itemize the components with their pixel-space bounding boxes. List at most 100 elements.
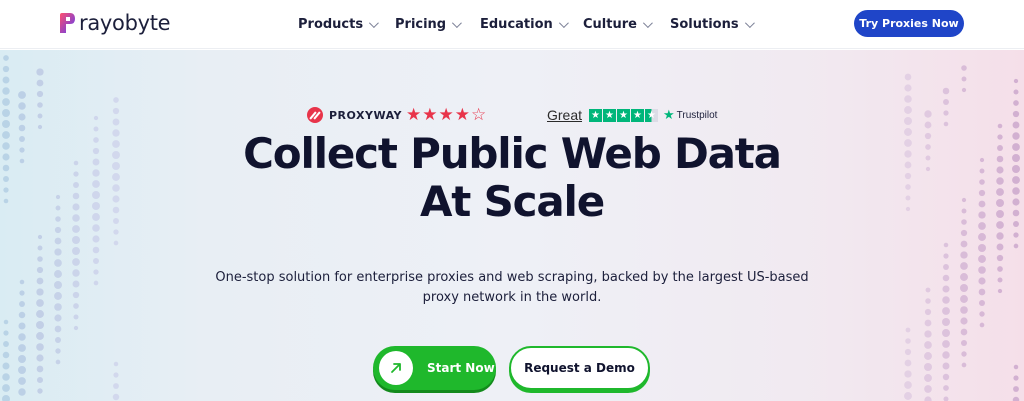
decorative-dot <box>943 385 949 391</box>
decorative-dot <box>36 343 44 351</box>
decorative-dot <box>92 235 100 243</box>
decorative-dot <box>112 393 120 401</box>
decorative-dot <box>36 288 44 296</box>
nav-item-culture[interactable]: Culture <box>583 14 653 34</box>
decorative-dot <box>924 363 932 371</box>
star-filled-icon: ★ <box>406 105 422 124</box>
decorative-dot <box>1013 386 1019 392</box>
decorative-dot <box>1013 100 1019 106</box>
chevron-down-icon <box>369 17 379 28</box>
decorative-dot <box>54 248 62 256</box>
nav-item-label: Culture <box>583 16 637 32</box>
decorative-dot <box>2 362 10 370</box>
decorative-dot <box>978 299 986 307</box>
star-filled-icon: ★ <box>617 108 631 122</box>
decorative-dot <box>93 280 99 286</box>
proxyway-rating[interactable]: PROXYWAY ★ ★ ★ ★ ☆ <box>307 106 487 124</box>
decorative-dot <box>904 392 912 400</box>
decorative-dot <box>1013 364 1019 370</box>
decorative-dot <box>72 236 80 244</box>
decorative-dot <box>55 359 61 365</box>
decorative-dot <box>54 292 62 300</box>
decorative-dot <box>36 299 44 307</box>
decorative-dot <box>92 246 100 254</box>
decorative-dot <box>18 355 26 363</box>
decorative-dot <box>924 330 932 338</box>
decorative-dot <box>19 290 25 296</box>
nav-item-label: Solutions <box>670 16 739 32</box>
decorative-dot <box>54 303 62 311</box>
decorative-dot <box>2 98 10 106</box>
nav-item-products[interactable]: Products <box>298 14 379 34</box>
decorative-dot <box>54 237 62 245</box>
decorative-dot <box>36 68 44 76</box>
hero-section: PROXYWAY ★ ★ ★ ★ ☆ Great ★ ★ ★ ★ ★ ★ Tru… <box>0 50 1024 401</box>
decorative-dot <box>36 365 44 373</box>
subtitle-line-2: proxy network in the world. <box>422 290 602 305</box>
star-filled-icon: ★ <box>589 108 603 122</box>
arrow-circle <box>379 351 413 385</box>
try-proxies-now-button[interactable]: Try Proxies Now <box>854 10 964 37</box>
decorative-dot <box>54 314 62 322</box>
decorative-dot <box>37 245 43 251</box>
subtitle-line-1: One-stop solution for enterprise proxies… <box>215 270 809 285</box>
nav-item-pricing[interactable]: Pricing <box>395 14 462 34</box>
trustpilot-label: Great <box>547 107 583 123</box>
decorative-dot <box>996 243 1004 251</box>
decorative-dot <box>997 277 1003 283</box>
decorative-dot <box>961 362 967 368</box>
trustpilot-name: Trustpilot <box>676 109 718 121</box>
decorative-dot <box>942 274 950 282</box>
decorative-dot <box>979 311 985 317</box>
decorative-dot <box>54 281 62 289</box>
nav-item-solutions[interactable]: Solutions <box>670 14 755 34</box>
decorative-dot <box>942 362 950 370</box>
decorative-dot <box>960 328 968 336</box>
decorative-dot <box>904 348 912 356</box>
decorative-dot <box>978 288 986 296</box>
star-half-icon: ★ <box>645 108 659 122</box>
decorative-dot <box>942 373 950 381</box>
request-demo-button[interactable]: Request a Demo <box>509 346 650 390</box>
start-now-label: Start Now <box>427 361 495 375</box>
headline-line-1: Collect Public Web Data <box>243 129 782 178</box>
trustpilot-brand: ★ Trustpilot <box>663 107 717 123</box>
decorative-dot <box>925 287 931 293</box>
decorative-dot <box>36 90 44 98</box>
nav-item-label: Pricing <box>395 16 447 32</box>
decorative-dot <box>1013 78 1019 84</box>
decorative-dot <box>54 325 62 333</box>
decorative-dot <box>978 277 986 285</box>
decorative-dot <box>961 65 967 71</box>
start-now-button[interactable]: Start Now <box>373 346 496 390</box>
decorative-dot <box>2 373 10 381</box>
star-filled-icon: ★ <box>422 105 438 124</box>
decorative-dot <box>942 318 950 326</box>
decorative-dot <box>924 341 932 349</box>
decorative-dot <box>943 396 949 401</box>
decorative-dot <box>942 340 950 348</box>
decorative-dot <box>3 330 9 336</box>
decorative-dot <box>36 266 44 274</box>
decorative-dot <box>942 329 950 337</box>
decorative-dot <box>1013 375 1019 381</box>
trustpilot-rating[interactable]: Great ★ ★ ★ ★ ★ ★ Trustpilot <box>547 106 717 124</box>
decorative-dot <box>960 284 968 292</box>
decorative-dot <box>3 319 9 325</box>
nav-item-education[interactable]: Education <box>480 14 569 34</box>
star-filled-icon: ★ <box>603 108 617 122</box>
decorative-dot <box>997 266 1003 272</box>
decorative-dot <box>996 254 1004 262</box>
decorative-dot <box>1012 396 1020 401</box>
decorative-dot <box>2 87 10 95</box>
decorative-dot <box>904 73 912 81</box>
decorative-dot <box>19 301 25 307</box>
decorative-dot <box>3 55 9 61</box>
decorative-dot <box>37 256 43 262</box>
decorative-dot <box>72 269 80 277</box>
decorative-dot <box>2 65 10 73</box>
decorative-dot <box>36 277 44 285</box>
decorative-dot <box>961 351 967 357</box>
decorative-dot <box>72 225 80 233</box>
decorative-dot <box>943 99 949 105</box>
